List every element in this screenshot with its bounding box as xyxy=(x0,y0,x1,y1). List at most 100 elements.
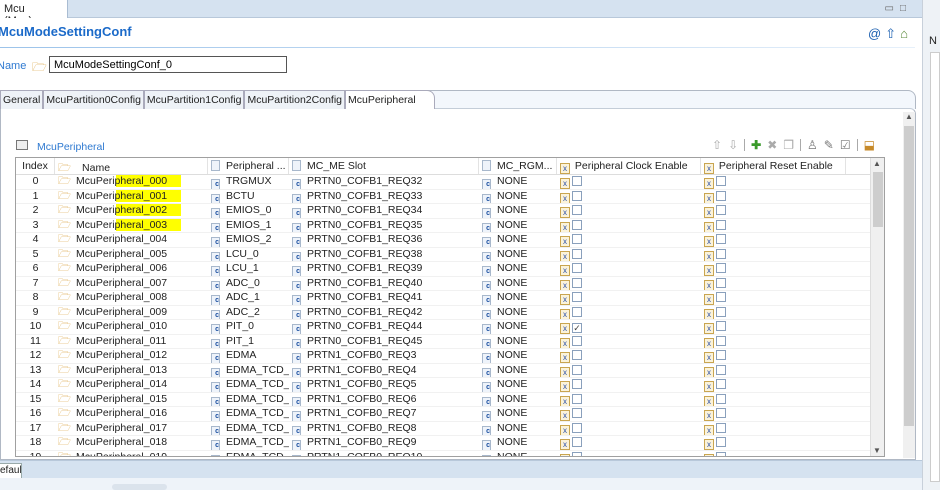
name-cell[interactable]: 🗁 McuPeripheral_010 xyxy=(55,320,208,334)
at-icon[interactable]: @ xyxy=(868,26,885,41)
rgm-cell[interactable]: c NONE xyxy=(479,335,557,348)
name-input[interactable] xyxy=(49,56,287,73)
name-cell[interactable]: 🗁 McuPeripheral_015 xyxy=(55,393,208,407)
reset-enable-checkbox[interactable] xyxy=(716,393,726,404)
clock-enable-checkbox[interactable] xyxy=(572,451,582,456)
scrollbar-thumb[interactable] xyxy=(904,126,914,426)
tab-mcuperipheral[interactable]: McuPeripheral xyxy=(345,90,435,109)
edit-box-icon[interactable]: ☑ xyxy=(840,138,851,152)
me-slot-cell[interactable]: c PRTN0_COFB1_REQ32 xyxy=(289,175,479,189)
column-header-peripheral[interactable]: Peripheral ... xyxy=(208,158,289,174)
table-row[interactable]: 8 🗁 McuPeripheral_008 c ADC_1 c PRTN0_COFB1_RE… xyxy=(16,291,884,306)
rgm-cell[interactable]: c NONE xyxy=(479,233,557,247)
me-slot-cell[interactable]: c PRTN1_COFB0_REQ4 xyxy=(289,364,479,377)
rgm-cell[interactable]: c NONE xyxy=(479,248,557,261)
column-header-name[interactable]: 🗁 Name xyxy=(55,158,208,174)
name-cell[interactable]: 🗁 McuPeripheral_004 xyxy=(55,233,208,247)
rgm-cell[interactable]: c NONE xyxy=(479,175,557,189)
table-row[interactable]: 0 🗁 McuPeripheral_000 c TRGMUX c PRTN0_COFB1_R… xyxy=(16,175,884,190)
peripheral-cell[interactable]: c EDMA_TCD_4 xyxy=(208,422,289,435)
me-slot-cell[interactable]: c PRTN1_COFB0_REQ3 xyxy=(289,349,479,363)
clock-enable-checkbox[interactable] xyxy=(572,190,582,201)
me-slot-cell[interactable]: c PRTN1_COFB0_REQ8 xyxy=(289,422,479,435)
rgm-cell[interactable]: c NONE xyxy=(479,378,557,392)
reset-enable-checkbox[interactable] xyxy=(716,263,726,273)
edit-icon[interactable]: ✎ xyxy=(824,138,834,152)
rgm-cell[interactable]: c NONE xyxy=(479,364,557,377)
me-slot-cell[interactable]: c PRTN0_COFB1_REQ34 xyxy=(289,204,479,218)
table-row[interactable]: 16 🗁 McuPeripheral_016 c EDMA_TCD_3 c PRTN1_CO… xyxy=(16,407,884,422)
clock-enable-checkbox[interactable] xyxy=(572,248,582,259)
export-icon[interactable]: ⬓ xyxy=(864,138,875,152)
table-row[interactable]: 12 🗁 McuPeripheral_012 c EDMA c PRTN1_COFB0_RE… xyxy=(16,349,884,364)
rgm-cell[interactable]: c NONE xyxy=(479,291,557,305)
name-cell[interactable]: 🗁 McuPeripheral_011 xyxy=(55,335,208,349)
peripheral-cell[interactable]: c EDMA_TCD_5 xyxy=(208,436,289,450)
me-slot-cell[interactable]: c PRTN0_COFB1_REQ39 xyxy=(289,262,479,276)
reset-enable-checkbox[interactable] xyxy=(716,306,726,317)
peripheral-cell[interactable]: c EDMA_TCD_3 xyxy=(208,407,289,421)
delete-icon[interactable]: ✖ xyxy=(767,138,777,152)
clock-enable-checkbox[interactable] xyxy=(572,437,582,447)
clock-enable-checkbox[interactable] xyxy=(572,422,582,433)
clock-enable-checkbox[interactable] xyxy=(572,292,582,302)
name-cell[interactable]: 🗁 McuPeripheral_014 xyxy=(55,378,208,392)
add-icon[interactable]: ✚ xyxy=(751,138,761,152)
bottom-tab-default[interactable]: efault xyxy=(0,463,22,479)
rgm-cell[interactable]: c NONE xyxy=(479,277,557,290)
user-icon[interactable]: ♙ xyxy=(807,138,818,152)
peripheral-cell[interactable]: c LCU_1 xyxy=(208,262,289,276)
minimize-icon[interactable]: ▭ xyxy=(885,3,900,14)
reset-enable-checkbox[interactable] xyxy=(716,321,726,331)
clock-enable-checkbox[interactable] xyxy=(572,364,582,375)
table-row[interactable]: 6 🗁 McuPeripheral_006 c LCU_1 c PRTN0_COFB1_RE… xyxy=(16,262,884,277)
me-slot-cell[interactable]: c PRTN0_COFB1_REQ38 xyxy=(289,248,479,261)
me-slot-cell[interactable]: c PRTN1_COFB0_REQ9 xyxy=(289,436,479,450)
me-slot-cell[interactable]: c PRTN0_COFB1_REQ35 xyxy=(289,219,479,232)
rgm-cell[interactable]: c NONE xyxy=(479,407,557,421)
reset-enable-checkbox[interactable] xyxy=(716,176,726,186)
peripheral-cell[interactable]: c EDMA_TCD_6 xyxy=(208,451,289,456)
clock-enable-checkbox[interactable] xyxy=(572,205,582,215)
table-row[interactable]: 1 🗁 McuPeripheral_001 c BCTU c PRTN0_COFB1_REQ… xyxy=(16,189,884,204)
peripheral-cell[interactable]: c EDMA_TCD_0 xyxy=(208,364,289,377)
copy-icon[interactable]: ❐ xyxy=(783,138,794,152)
name-cell[interactable]: 🗁 McuPeripheral_017 xyxy=(55,422,208,436)
column-header-me-slot[interactable]: MC_ME Slot xyxy=(289,158,479,174)
clock-enable-checkbox[interactable] xyxy=(572,408,582,418)
me-slot-cell[interactable]: c PRTN1_COFB0_REQ6 xyxy=(289,393,479,406)
peripheral-cell[interactable]: c PIT_1 xyxy=(208,335,289,348)
clock-enable-checkbox[interactable] xyxy=(572,219,582,230)
name-cell[interactable]: 🗁 McuPeripheral_000 xyxy=(55,175,208,189)
peripheral-cell[interactable]: c PIT_0 xyxy=(208,320,289,334)
reset-enable-checkbox[interactable] xyxy=(716,277,726,288)
tab-mcupartition0config[interactable]: McuPartition0Config xyxy=(43,90,144,109)
reset-enable-checkbox[interactable] xyxy=(716,364,726,375)
table-row[interactable]: 19🗁McuPeripheral_019cEDMA_TCD_6cPRTN1_CO… xyxy=(16,451,884,456)
table-row[interactable]: 4 🗁 McuPeripheral_004 c EMIOS_2 c PRTN0_COFB1_… xyxy=(16,233,884,248)
rgm-cell[interactable]: c NONE xyxy=(479,190,557,203)
me-slot-cell[interactable]: c PRTN1_COFB0_REQ7 xyxy=(289,407,479,421)
clock-enable-checkbox[interactable] xyxy=(572,306,582,317)
name-cell[interactable]: 🗁 McuPeripheral_016 xyxy=(55,407,208,421)
me-slot-cell[interactable]: c PRTN1_COFB0_REQ5 xyxy=(289,378,479,392)
peripheral-cell[interactable]: c EMIOS_2 xyxy=(208,233,289,247)
scrollbar-thumb[interactable] xyxy=(873,172,883,227)
reset-enable-checkbox[interactable] xyxy=(716,234,726,244)
name-cell[interactable]: 🗁 McuPeripheral_002 xyxy=(55,204,208,218)
peripheral-cell[interactable]: c ADC_2 xyxy=(208,306,289,319)
me-slot-cell[interactable]: c PRTN0_COFB1_REQ42 xyxy=(289,306,479,319)
scroll-up-icon[interactable]: ▲ xyxy=(873,159,881,168)
reset-enable-checkbox[interactable] xyxy=(716,379,726,389)
scroll-down-icon[interactable]: ▼ xyxy=(873,446,881,455)
name-cell[interactable]: 🗁 McuPeripheral_001 xyxy=(55,189,208,204)
table-row[interactable]: 18 🗁 McuPeripheral_018 c EDMA_TCD_5 c PRTN1_CO… xyxy=(16,436,884,451)
reset-enable-checkbox[interactable] xyxy=(716,437,726,447)
table-row[interactable]: 10 🗁 McuPeripheral_010 c PIT_0 c PRTN0_COFB1_R… xyxy=(16,320,884,335)
tab-general[interactable]: General xyxy=(0,90,44,109)
scroll-handle[interactable] xyxy=(112,484,167,490)
name-cell[interactable]: 🗁 McuPeripheral_013 xyxy=(55,364,208,378)
peripheral-cell[interactable]: c EDMA_TCD_2 xyxy=(208,393,289,406)
rgm-cell[interactable]: c NONE xyxy=(479,306,557,319)
clock-enable-checkbox[interactable] xyxy=(572,350,582,360)
